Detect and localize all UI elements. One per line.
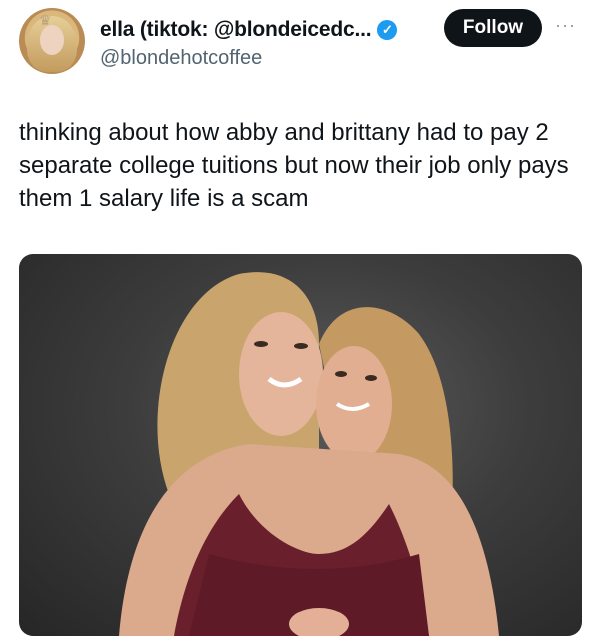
photo-illustration (119, 272, 499, 636)
verified-badge-icon: ✓ (377, 20, 398, 40)
crown-icon: ♛ (39, 12, 52, 28)
author-avatar[interactable]: ♛ (19, 8, 85, 74)
follow-button[interactable]: Follow (444, 9, 542, 47)
tweet-photo[interactable] (19, 254, 582, 636)
author-display-name[interactable]: ella (tiktok: @blondeicedc... (100, 18, 372, 42)
author-handle[interactable]: @blondehotcoffee (100, 47, 262, 70)
tweet-text: thinking about how abby and brittany had… (19, 119, 569, 212)
more-options-icon[interactable]: ··· (555, 15, 576, 36)
author-name-row: ella (tiktok: @blondeicedc... ✓ (100, 18, 398, 42)
avatar-face (40, 25, 64, 55)
